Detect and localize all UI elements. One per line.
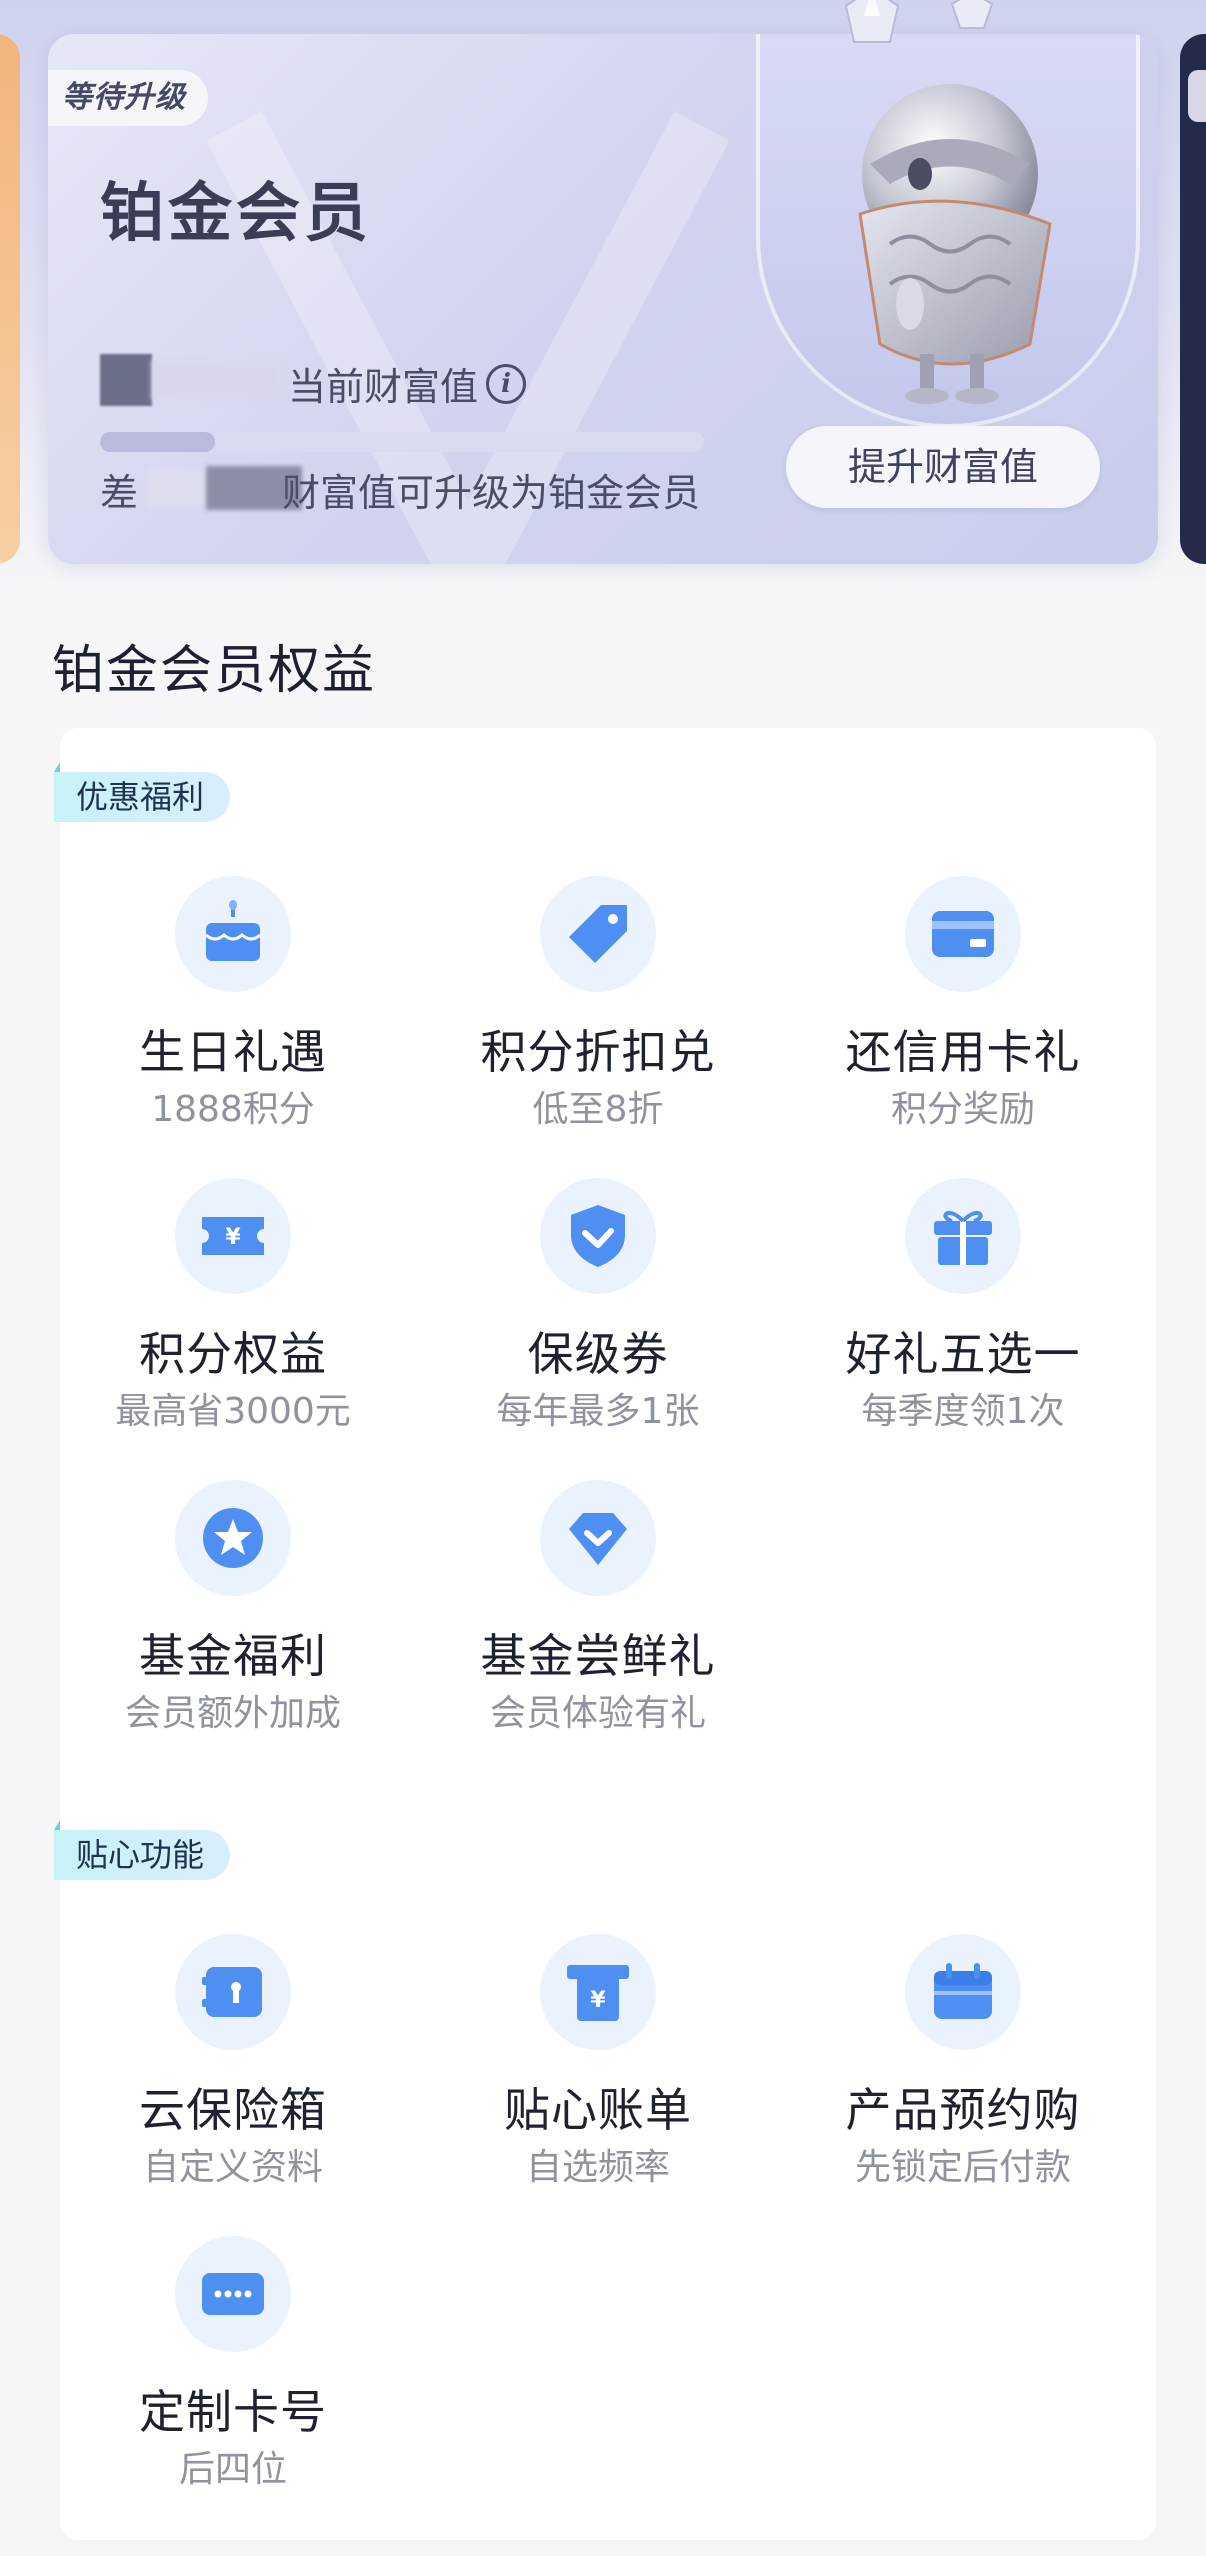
page: 等待升级 铂金会员 当前财富值 i 差 财富值可升级为铂金会员 提升财富值 铂金… xyxy=(0,0,1206,2556)
benefit-title: 还信用卡礼 xyxy=(845,1025,1081,1079)
benefit-icon-circle xyxy=(905,876,1021,992)
redacted-wealth-value-tail xyxy=(152,360,282,400)
benefit-subtitle: 会员体验有礼 xyxy=(489,1693,706,1734)
current-wealth-label[interactable]: 当前财富值 i xyxy=(288,356,527,411)
benefit-subtitle: 会员额外加成 xyxy=(124,1693,341,1734)
benefit-icon-circle xyxy=(540,876,656,992)
previous-level-card[interactable] xyxy=(0,34,20,564)
price-tag-icon xyxy=(569,905,627,963)
benefit-subtitle: 最高省3000元 xyxy=(115,1391,351,1432)
current-wealth-text: 当前财富值 xyxy=(288,365,479,409)
benefit-title: 定制卡号 xyxy=(139,2385,327,2439)
diamond-icon xyxy=(569,1513,627,1565)
membership-card: 等待升级 铂金会员 当前财富值 i 差 财富值可升级为铂金会员 提升财富值 xyxy=(48,34,1158,564)
calendar-icon xyxy=(934,1963,992,2019)
group-tag-features: 贴心功能 xyxy=(54,1820,231,1880)
benefit-birthday[interactable]: 生日礼遇 1888积分 xyxy=(63,876,403,1136)
benefit-icon-circle: ¥ xyxy=(540,1934,656,2050)
benefit-subtitle: 先锁定后付款 xyxy=(854,2147,1071,2188)
shield-check-icon xyxy=(571,1205,625,1267)
next-level-badge xyxy=(1188,70,1206,122)
benefit-title: 保级券 xyxy=(527,1327,669,1381)
benefit-credit-card-repay[interactable]: 还信用卡礼 积分奖励 xyxy=(793,876,1133,1136)
benefit-subtitle: 低至8折 xyxy=(532,1089,664,1130)
benefit-subtitle: 后四位 xyxy=(178,2449,287,2490)
upgrade-diff-prefix: 差 xyxy=(100,471,139,515)
upgrade-progress-bar xyxy=(100,432,704,452)
penguin-mascot-icon xyxy=(858,84,1052,404)
redacted-diff-value-a xyxy=(146,468,210,508)
benefit-icon-circle: ¥ xyxy=(175,1178,291,1294)
card-number-icon xyxy=(202,2273,264,2315)
benefit-subtitle: 1888积分 xyxy=(151,1089,315,1130)
safe-box-icon xyxy=(202,1967,262,2017)
benefit-points-rights[interactable]: ¥ 积分权益 最高省3000元 xyxy=(63,1178,403,1438)
benefit-icon-circle xyxy=(175,1934,291,2050)
ice-crystal-icon xyxy=(844,0,900,43)
benefit-level-protection[interactable]: 保级券 每年最多1张 xyxy=(428,1178,768,1438)
svg-text:¥: ¥ xyxy=(225,1225,241,1250)
benefit-fund-trial[interactable]: 基金尝鲜礼 会员体验有礼 xyxy=(428,1480,768,1740)
benefits-heading: 铂金会员权益 xyxy=(52,641,377,701)
upgrade-diff-suffix: 财富值可升级为铂金会员 xyxy=(282,471,701,515)
benefit-icon-circle xyxy=(540,1178,656,1294)
benefit-icon-circle xyxy=(540,1480,656,1596)
next-level-card[interactable] xyxy=(1180,34,1206,564)
benefit-icon-circle xyxy=(175,1480,291,1596)
benefit-subtitle: 积分奖励 xyxy=(890,1089,1035,1130)
bill-icon: ¥ xyxy=(567,1965,629,2021)
benefit-icon-circle xyxy=(905,1934,1021,2050)
feature-cloud-safe[interactable]: 云保险箱 自定义资料 xyxy=(63,1934,403,2194)
ice-crystal-icon xyxy=(950,0,994,29)
benefit-icon-circle xyxy=(175,876,291,992)
increase-wealth-button[interactable]: 提升财富值 xyxy=(786,426,1100,508)
benefit-points-discount[interactable]: 积分折扣兑 低至8折 xyxy=(428,876,768,1136)
benefit-title: 贴心账单 xyxy=(504,2083,692,2137)
yuan-ticket-icon: ¥ xyxy=(202,1217,264,1255)
svg-text:¥: ¥ xyxy=(590,1988,606,2013)
benefit-title: 产品预约购 xyxy=(845,2083,1081,2137)
benefit-subtitle: 每季度领1次 xyxy=(861,1391,1065,1432)
group-tag-discounts: 优惠福利 xyxy=(54,762,231,822)
benefit-subtitle: 自选频率 xyxy=(525,2147,670,2188)
gift-icon xyxy=(934,1210,992,1265)
benefits-panel: 优惠福利 生日礼遇 1888积分 积分折扣兑 低至8折 还信用卡礼 积分奖励 ¥… xyxy=(54,728,1156,2540)
birthday-cake-icon xyxy=(205,900,261,961)
benefit-title: 云保险箱 xyxy=(139,2083,327,2137)
benefit-icon-circle xyxy=(905,1178,1021,1294)
benefit-icon-circle xyxy=(175,2236,291,2352)
status-badge: 等待升级 xyxy=(48,70,208,126)
benefit-title: 基金福利 xyxy=(139,1629,327,1683)
upgrade-progress-fill xyxy=(100,432,215,452)
info-icon[interactable]: i xyxy=(486,363,527,404)
membership-level-title: 铂金会员 xyxy=(100,177,372,251)
feature-custom-card-number[interactable]: 定制卡号 后四位 xyxy=(63,2236,403,2496)
feature-bill[interactable]: ¥ 贴心账单 自选频率 xyxy=(428,1934,768,2194)
redacted-wealth-value xyxy=(100,354,152,406)
credit-card-icon xyxy=(932,911,994,957)
benefit-title: 好礼五选一 xyxy=(845,1327,1081,1381)
star-badge-icon xyxy=(203,1508,263,1568)
feature-product-reservation[interactable]: 产品预约购 先锁定后付款 xyxy=(793,1934,1133,2194)
benefit-title: 基金尝鲜礼 xyxy=(480,1629,716,1683)
benefit-title: 积分折扣兑 xyxy=(480,1025,716,1079)
benefit-subtitle: 每年最多1张 xyxy=(496,1391,700,1432)
benefit-subtitle: 自定义资料 xyxy=(142,2147,323,2188)
benefit-title: 生日礼遇 xyxy=(139,1025,327,1079)
benefit-fund-welfare[interactable]: 基金福利 会员额外加成 xyxy=(63,1480,403,1740)
benefit-gift-choice[interactable]: 好礼五选一 每季度领1次 xyxy=(793,1178,1133,1438)
benefit-title: 积分权益 xyxy=(139,1327,327,1381)
